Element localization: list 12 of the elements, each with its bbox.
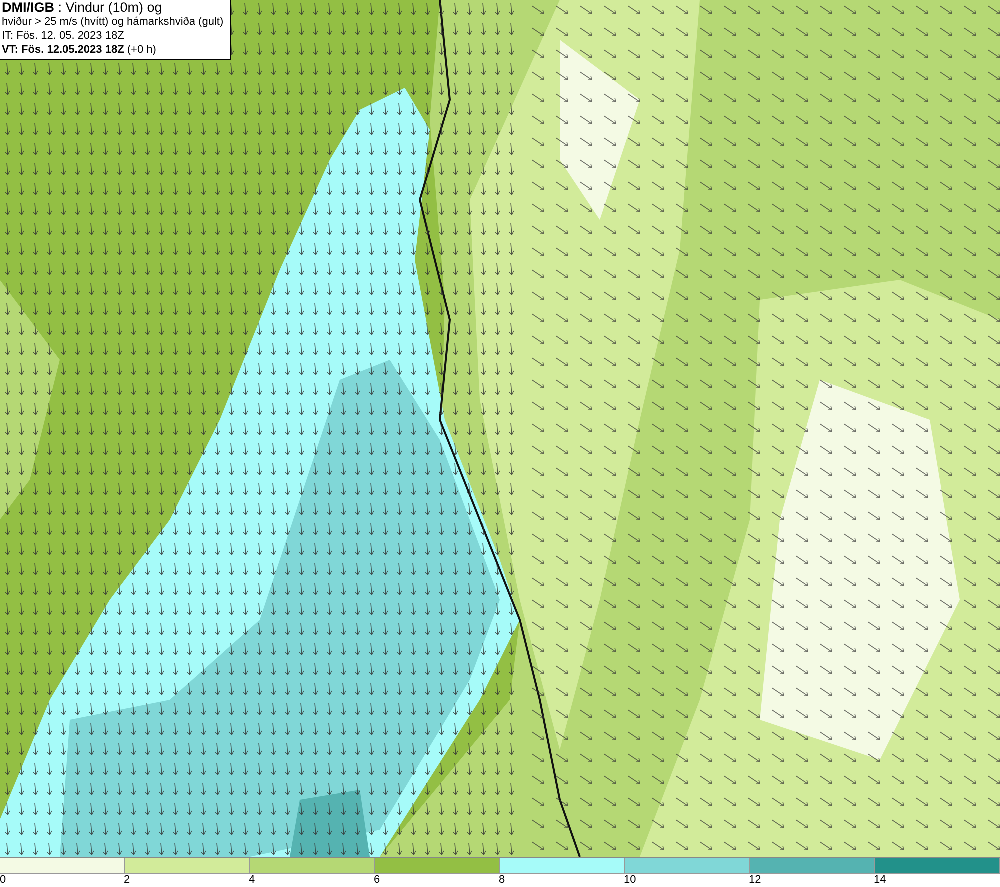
header-text: VT: Fös. 12.05.2023 18Z (+0 h) — [2, 43, 158, 57]
legend-label: 2 — [124, 874, 130, 887]
legend-label: 4 — [249, 874, 256, 887]
legend-label: 10 — [624, 874, 636, 887]
legend-label: 6 — [374, 874, 380, 887]
legend-label: 12 — [749, 874, 762, 887]
legend-label: 0 — [0, 874, 6, 887]
header-text: DMI/IGB : Vindur (10m) og — [2, 1, 164, 15]
legend-label: 14 — [874, 874, 886, 887]
header-text: hviður > 25 m/s (hvítt) og hámarkshviða (gult) — [2, 15, 225, 29]
legend-label: 8 — [499, 874, 506, 887]
header-text: IT: Fös. 12. 05. 2023 18Z — [2, 29, 126, 43]
